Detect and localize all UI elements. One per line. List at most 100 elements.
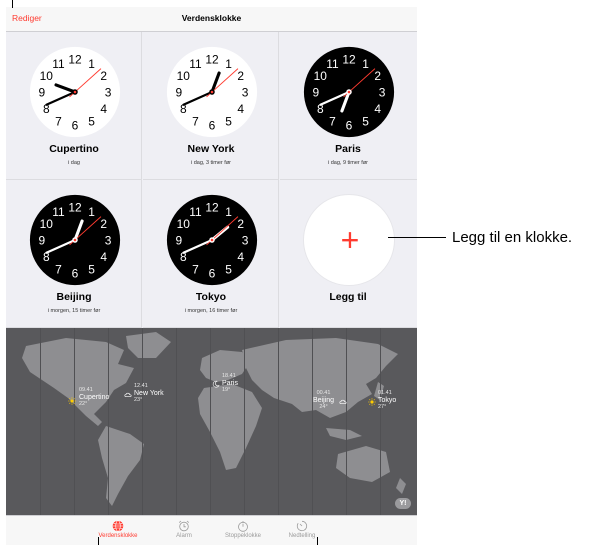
plus-icon: + [340, 222, 360, 258]
map-city-beijing: 00.41 Beijing 24° [313, 390, 334, 411]
map-city-name: New York [134, 390, 164, 397]
map-city-tokyo: 01.41 Tokyo 27° [378, 390, 396, 411]
clock-cell-new-york[interactable]: 1 2 3 4 5 6 7 8 9 10 11 12 New York i dag, 3 timer … [143, 32, 279, 180]
clock-offset-label: i dag, 3 timer før [190, 160, 232, 166]
clock-numeral: 11 [326, 57, 339, 71]
clock-cell-paris[interactable]: 1 2 3 4 5 6 7 8 9 10 11 12 Paris i dag, 9 timer før [280, 32, 417, 180]
land-south-america [98, 426, 144, 506]
clock-numeral: 10 [40, 217, 54, 231]
tab-timer[interactable]: Nedtelling [272, 520, 332, 539]
add-clock-button[interactable]: + [303, 194, 395, 286]
clock-center-pin [73, 238, 77, 242]
land-africa [198, 384, 262, 470]
clock-numeral: 12 [205, 200, 219, 214]
map-temperature: 23° [134, 397, 143, 403]
callout-add-clock: Legg til en klokke. [452, 229, 573, 246]
clock-numeral: 5 [88, 114, 95, 128]
tab-bar: Verdensklokke Alarm Stoppeklokke Nedtell… [6, 515, 417, 545]
tab-label: Alarm [176, 533, 192, 539]
time-zone-line [74, 328, 75, 515]
time-zone-line [210, 328, 211, 515]
map-temperature: 19° [222, 387, 231, 393]
map-time: 12.41 [134, 383, 148, 389]
clock-numeral: 4 [100, 102, 107, 116]
clock-numeral: 3 [105, 86, 112, 100]
clock-numeral: 3 [105, 234, 112, 248]
clock-numeral: 9 [313, 86, 320, 100]
map-city-name: Paris [222, 380, 238, 387]
time-zone-line [40, 328, 41, 515]
analog-clock-tokyo: 1234567891011 12 [166, 194, 258, 286]
world-map: 09.41 Cupertino 22° 12.41 New York 23° 1… [6, 328, 417, 515]
tab-world-clock[interactable]: Verdensklokke [88, 520, 148, 539]
clock-numeral: 4 [237, 102, 244, 116]
tab-label: Nedtelling [288, 533, 316, 539]
clock-numeral: 5 [225, 114, 232, 128]
clock-numeral: 5 [88, 262, 95, 276]
clock-numeral: 6 [209, 267, 216, 281]
clock-numeral: 11 [52, 205, 65, 219]
clock-offset-label: i dag, 9 timer før [327, 160, 369, 166]
time-zone-line [244, 328, 245, 515]
clock-center-pin [347, 90, 351, 94]
callout-line-tab-right [317, 537, 318, 545]
clock-numeral: 10 [177, 69, 191, 83]
clock-center-pin [210, 238, 214, 242]
clock-numeral: 6 [72, 267, 79, 281]
clock-numeral: 9 [176, 234, 183, 248]
land-north-america [22, 338, 134, 426]
clock-numeral: 6 [346, 119, 353, 133]
callout-line-edit [12, 0, 13, 8]
clock-cell-cupertino[interactable]: 1 2 3 4 5 6 7 8 9 10 11 12 Cupertino i dag [6, 32, 142, 180]
map-city-name: Tokyo [378, 397, 397, 404]
clock-numeral: 7 [329, 114, 336, 128]
clock-numeral: 2 [374, 69, 381, 83]
timer-icon [296, 520, 308, 532]
clock-numeral: 7 [192, 114, 199, 128]
clock-cell-tokyo[interactable]: 1 2 3 4 5 6 7 8 9 10 11 12 Tokyo i morgen, 16 timer… [143, 180, 279, 328]
cloud-icon [339, 399, 347, 404]
clock-city-label: New York [187, 143, 235, 155]
clock-center-pin [73, 90, 77, 94]
map-temperature: 22° [79, 401, 88, 407]
clock-numeral: 10 [177, 217, 191, 231]
clock-numeral: 7 [55, 114, 62, 128]
callout-line-tab-left [98, 537, 99, 545]
land-new-zealand [396, 478, 406, 494]
clock-city-label: Cupertino [49, 143, 99, 155]
clock-numeral: 3 [379, 86, 386, 100]
map-city-new-york: 12.41 New York 23° [134, 383, 164, 404]
add-clock-label: Legg til [329, 291, 367, 303]
analog-clock-new-york: 1234567891011 12 [166, 46, 258, 138]
clock-numeral: 6 [209, 119, 216, 133]
clock-numeral: 1 [225, 57, 232, 71]
clock-cell-beijing[interactable]: 1 2 3 4 5 6 7 8 9 10 11 12 Beijing i morgen, 15 tim… [6, 180, 142, 328]
clock-offset-label: i morgen, 15 timer før [47, 308, 101, 314]
weather-provider-logo[interactable]: Y! [395, 498, 411, 509]
world-map-land [22, 332, 406, 506]
sun-icon [368, 398, 376, 406]
clock-numeral: 5 [362, 114, 369, 128]
clock-numeral: 1 [88, 57, 95, 71]
clock-numeral: 12 [68, 52, 82, 66]
clock-numeral: 12 [68, 200, 82, 214]
clock-numeral: 12 [205, 52, 219, 66]
tab-alarm[interactable]: Alarm [154, 520, 214, 539]
clock-numeral: 7 [192, 262, 199, 276]
tab-stopwatch[interactable]: Stoppeklokke [213, 520, 273, 539]
clock-numeral: 9 [39, 86, 46, 100]
moon-icon [212, 380, 220, 388]
clock-numeral: 10 [40, 69, 54, 83]
clock-offset-label: i morgen, 16 timer før [184, 308, 238, 314]
time-zone-line [142, 328, 143, 515]
time-zone-line [176, 328, 177, 515]
clock-numeral: 2 [100, 69, 107, 83]
analog-clock-cupertino: 1234567891011 12 [29, 46, 121, 138]
clock-city-label: Tokyo [195, 291, 227, 303]
clock-numeral: 5 [225, 262, 232, 276]
cloud-icon [124, 392, 132, 397]
clock-numeral: 1 [88, 205, 95, 219]
ipad-screen: Rediger Verdensklokke 1 2 3 4 5 6 7 8 9 10 11 12 Cu… [6, 7, 417, 545]
clock-numeral: 2 [100, 217, 107, 231]
clock-numeral: 2 [237, 69, 244, 83]
